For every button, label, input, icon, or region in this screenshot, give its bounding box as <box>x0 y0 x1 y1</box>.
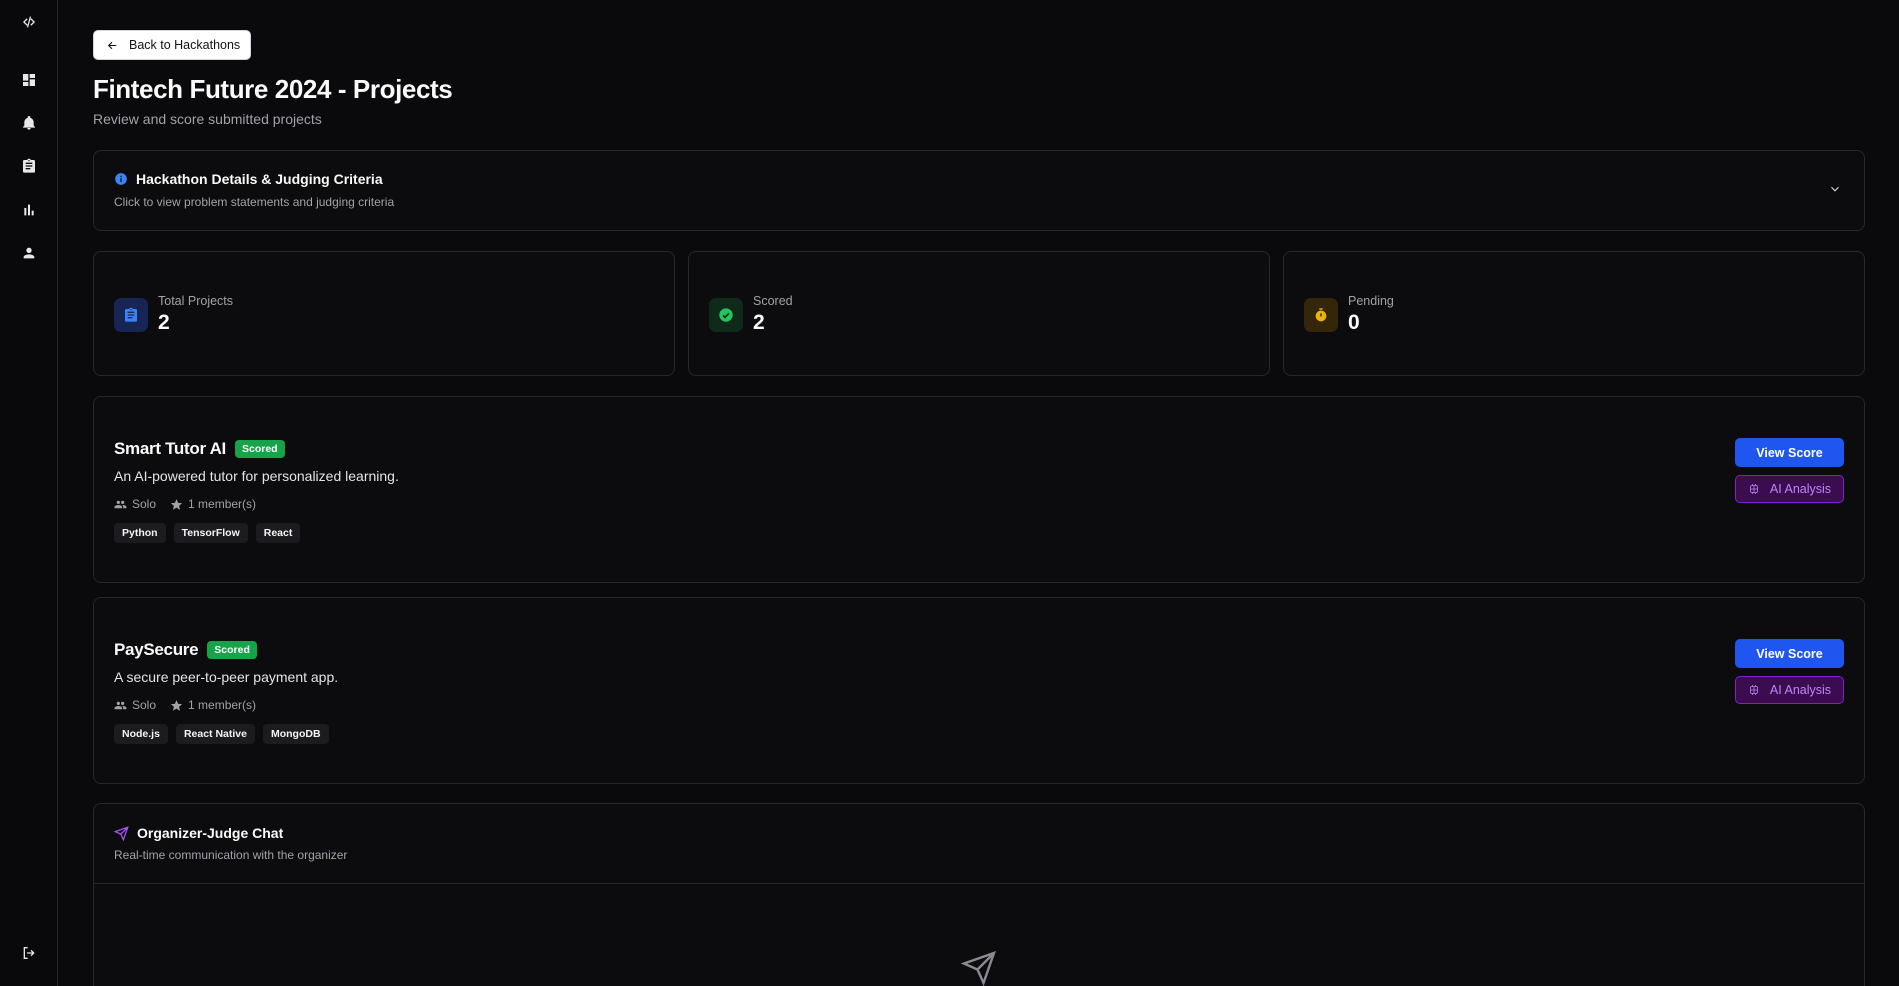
ai-analysis-button[interactable]: AI Analysis <box>1735 475 1844 503</box>
status-badge: Scored <box>234 440 285 458</box>
details-title: Hackathon Details & Judging Criteria <box>136 171 383 187</box>
page-subtitle: Review and score submitted projects <box>93 111 322 127</box>
tech-tag: Node.js <box>114 724 168 744</box>
clipboard-icon <box>114 298 148 332</box>
brain-icon <box>1750 685 1758 695</box>
back-button-label: Back to Hackathons <box>129 38 241 52</box>
tech-tags: Python TensorFlow React <box>114 523 301 543</box>
member-count: 1 member(s) <box>170 698 256 712</box>
view-score-button[interactable]: View Score <box>1735 438 1844 467</box>
stat-value: 0 <box>1348 311 1360 334</box>
ai-analysis-button[interactable]: AI Analysis <box>1735 676 1844 704</box>
team-type: Solo <box>114 497 156 511</box>
stat-label: Pending <box>1348 294 1394 308</box>
chat-description: Real-time communication with the organiz… <box>114 848 348 862</box>
sidebar <box>0 0 58 986</box>
tech-tag: Python <box>114 523 166 543</box>
hackathon-details-accordion[interactable]: Hackathon Details & Judging Criteria Cli… <box>93 150 1865 231</box>
check-circle-icon <box>709 298 743 332</box>
user-icon[interactable] <box>18 242 40 264</box>
tech-tag: React Native <box>175 724 255 744</box>
back-to-hackathons-button[interactable]: Back to Hackathons <box>93 30 251 60</box>
stat-value: 2 <box>158 311 170 334</box>
stat-card-pending: Pending 0 <box>1283 251 1865 376</box>
team-type: Solo <box>114 698 156 712</box>
arrow-left-icon <box>107 41 117 49</box>
status-badge: Scored <box>207 641 257 659</box>
member-count: 1 member(s) <box>170 497 256 511</box>
project-card: Smart Tutor AI Scored An AI-powered tuto… <box>93 396 1865 583</box>
tech-tag: TensorFlow <box>173 523 248 543</box>
group-icon <box>114 500 127 508</box>
info-icon <box>115 173 127 185</box>
stat-value: 2 <box>753 311 765 334</box>
stat-card-total-projects: Total Projects 2 <box>93 251 675 376</box>
group-icon <box>114 701 127 709</box>
view-score-button[interactable]: View Score <box>1735 639 1844 668</box>
bell-icon[interactable] <box>18 112 40 134</box>
project-name: PaySecure <box>114 640 199 659</box>
code-icon[interactable] <box>18 11 40 33</box>
timer-icon <box>1304 298 1338 332</box>
chevron-down-icon[interactable] <box>1828 182 1842 196</box>
stat-label: Scored <box>753 294 793 308</box>
send-icon <box>114 825 129 841</box>
page-title: Fintech Future 2024 - Projects <box>93 74 453 104</box>
organizer-judge-chat: Organizer-Judge Chat Real-time communica… <box>93 803 1865 986</box>
project-name: Smart Tutor AI <box>114 439 226 458</box>
tech-tags: Node.js React Native MongoDB <box>114 724 329 744</box>
brain-icon <box>1750 484 1758 494</box>
stat-label: Total Projects <box>158 294 234 308</box>
bar-chart-icon[interactable] <box>18 199 40 221</box>
clipboard-icon[interactable] <box>18 155 40 177</box>
star-icon <box>170 699 183 711</box>
stat-card-scored: Scored 2 <box>688 251 1270 376</box>
project-card: PaySecure Scored A secure peer-to-peer p… <box>93 597 1865 784</box>
project-description: An AI-powered tutor for personalized lea… <box>114 468 399 484</box>
star-icon <box>170 498 183 510</box>
main-content: Back to Hackathons Fintech Future 2024 -… <box>93 0 1865 986</box>
logout-icon[interactable] <box>18 942 40 964</box>
details-header: Hackathon Details & Judging Criteria <box>114 171 383 187</box>
details-description: Click to view problem statements and jud… <box>114 195 395 209</box>
dashboard-icon[interactable] <box>18 69 40 91</box>
tech-tag: MongoDB <box>262 724 329 744</box>
divider <box>94 883 1864 884</box>
chat-title: Organizer-Judge Chat <box>137 825 284 841</box>
project-description: A secure peer-to-peer payment app. <box>114 669 339 685</box>
send-icon <box>960 950 997 986</box>
tech-tag: React <box>255 523 301 543</box>
